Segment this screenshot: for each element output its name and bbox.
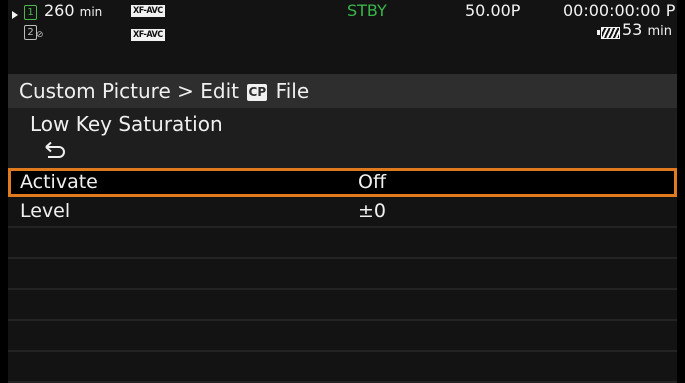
card-slot-2-unavailable-icon: ⊘: [36, 30, 44, 40]
frame-rate: 50.00P: [465, 1, 521, 20]
empty-menu-row: [8, 228, 677, 259]
page-header: Low Key Saturation: [8, 108, 677, 168]
card-slot-1-icon: 1: [24, 5, 37, 20]
play-indicator-icon: [12, 11, 18, 19]
slot1-format-badge: XF-AVC: [131, 5, 165, 17]
timecode: 00:00:00:00 P: [563, 1, 676, 20]
empty-menu-row: [8, 290, 677, 321]
battery-icon: [601, 27, 620, 39]
battery-remaining-unit: min: [647, 24, 672, 39]
battery-tip: [597, 30, 600, 35]
menu-item-value: Off: [358, 171, 387, 193]
menu-item-label: Activate: [20, 171, 98, 193]
breadcrumb-prefix: Custom Picture > Edit: [19, 79, 246, 103]
cp-file-icon: CP: [247, 84, 268, 101]
page-title: Low Key Saturation: [30, 112, 223, 136]
empty-menu-row: [8, 352, 677, 383]
record-status: STBY: [347, 1, 387, 20]
empty-menu-row: [8, 259, 677, 290]
remaining-record-time-value: 260: [44, 1, 75, 20]
menu-item-activate[interactable]: Activate Off: [8, 168, 677, 197]
remaining-record-time-unit: min: [79, 5, 103, 19]
return-arrow-icon[interactable]: [42, 139, 70, 161]
breadcrumb-text: Custom Picture > Edit CP File: [19, 74, 309, 108]
status-bar: 1 260 min XF-AVC 2 ⊘ XF-AVC STBY 50.00P …: [8, 0, 677, 74]
menu-item-level[interactable]: Level ±0: [8, 197, 677, 228]
slot2-format-badge: XF-AVC: [131, 29, 165, 41]
menu-item-value: ±0: [358, 200, 387, 222]
menu-item-label: Level: [20, 200, 71, 222]
battery-remaining-value: 53: [622, 20, 643, 39]
camera-menu-screen: 1 260 min XF-AVC 2 ⊘ XF-AVC STBY 50.00P …: [8, 0, 677, 383]
breadcrumb: Custom Picture > Edit CP File: [8, 74, 677, 108]
settings-menu-list: Activate Off Level ±0: [8, 168, 677, 383]
empty-menu-row: [8, 321, 677, 352]
remaining-record-time: 260 min: [44, 1, 102, 20]
breadcrumb-suffix: File: [269, 79, 310, 103]
battery-remaining: 53 min: [622, 20, 672, 39]
